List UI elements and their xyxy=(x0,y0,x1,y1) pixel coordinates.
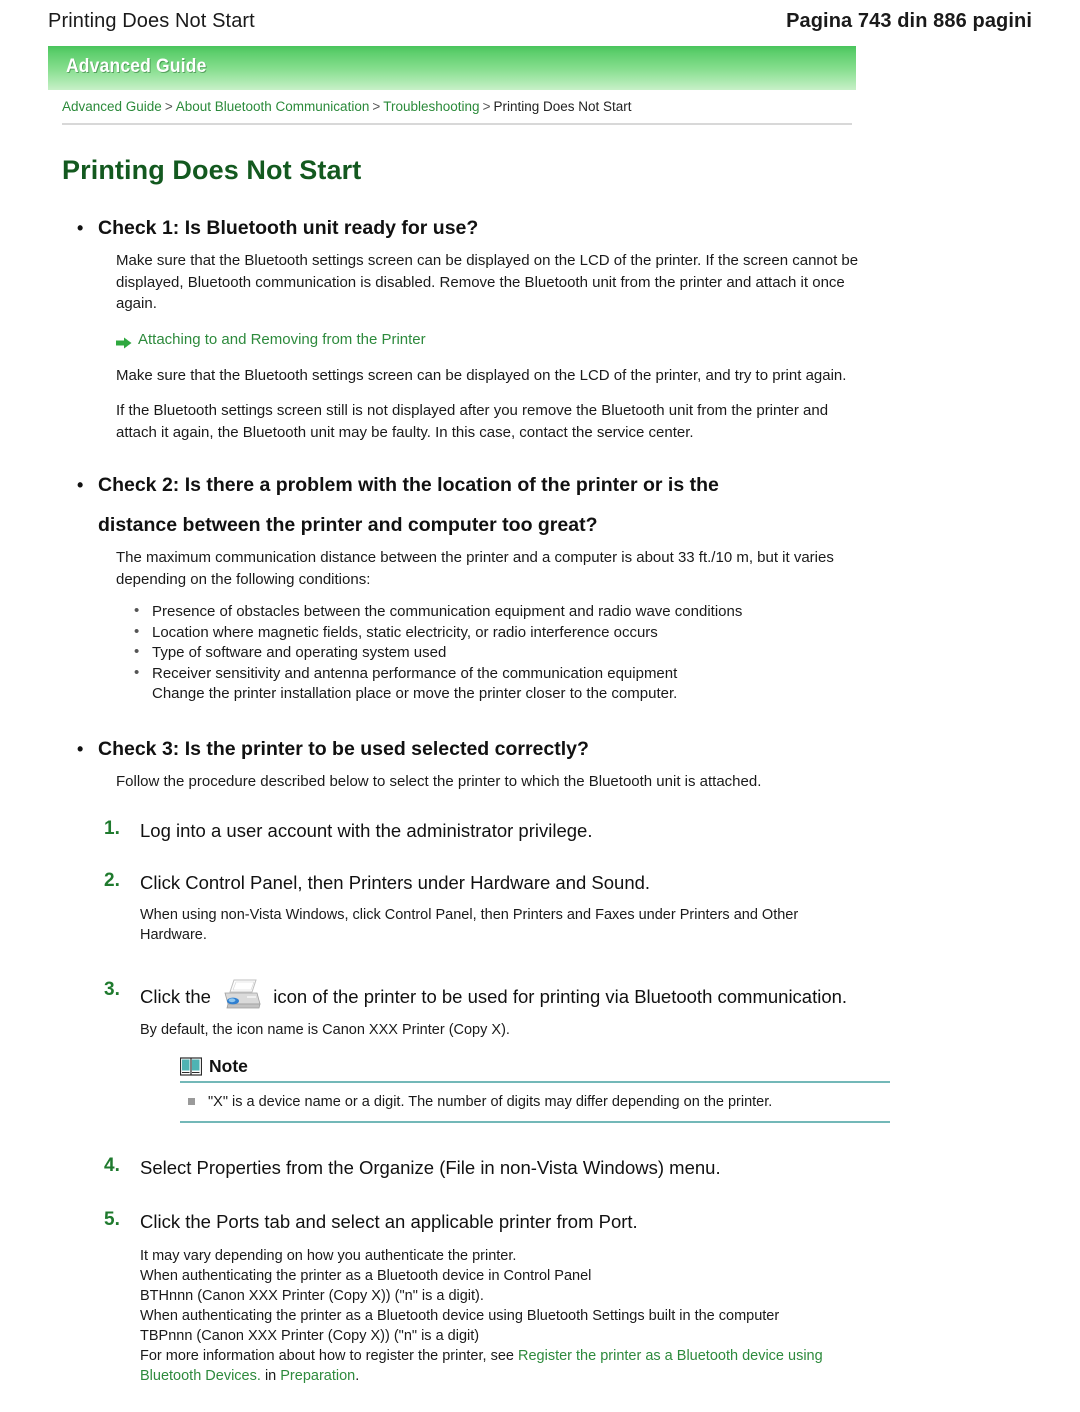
note-header: Note xyxy=(179,1056,890,1081)
procedure-steps: 1. Log into a user account with the admi… xyxy=(62,818,890,1386)
final-line-6: For more information about how to regist… xyxy=(140,1346,862,1386)
note-list: "X" is a device name or a digit. The num… xyxy=(184,1092,890,1112)
step-5: 5. Click the Ports tab and select an app… xyxy=(104,1209,862,1386)
step-5-subtext: It may vary depending on how you authent… xyxy=(104,1246,862,1386)
note-content: "X" is a device name or a digit. The num… xyxy=(180,1083,890,1121)
page-title: Printing Does Not Start xyxy=(62,155,362,185)
attaching-removing-link-label: Attaching to and Removing from the Print… xyxy=(138,330,426,348)
check-2-paragraph-1: The maximum communication distance betwe… xyxy=(116,549,834,588)
list-item: Presence of obstacles between the commun… xyxy=(134,601,862,623)
step-5-number: 5. xyxy=(104,1209,120,1230)
advanced-guide-banner: Advanced Guide xyxy=(48,46,856,90)
guide-container: Advanced Guide Advanced Guide > About Blue… xyxy=(48,46,1032,1412)
note-label: Note xyxy=(209,1056,248,1076)
check-1-body: Make sure that the Bluetooth settings sc… xyxy=(62,250,862,443)
check-2-heading: Check 2: Is there a problem with the loc… xyxy=(62,465,862,545)
step-3-subtext-line: By default, the icon name is Canon XXX P… xyxy=(140,1022,510,1038)
breadcrumb-item-advanced-guide[interactable]: Advanced Guide xyxy=(62,99,162,114)
attaching-removing-link[interactable]: Attaching to and Removing from the Print… xyxy=(116,329,862,351)
check-2-section: Check 2: Is there a problem with the loc… xyxy=(62,465,862,705)
breadcrumb-item-troubleshooting[interactable]: Troubleshooting xyxy=(383,99,479,114)
final-line-6-pre: For more information about how to regist… xyxy=(140,1348,514,1364)
step-1-number: 1. xyxy=(104,818,120,839)
final-line-6-mid: in xyxy=(264,1368,277,1384)
step-3-subtext: By default, the icon name is Canon XXX P… xyxy=(104,1020,862,1040)
step-3-title: Click the icon of the printer to be used… xyxy=(104,979,862,1011)
step-2-subtext-line: When using non-Vista Windows, click Cont… xyxy=(140,907,799,943)
check-2-heading-line-1: Check 2: Is there a problem with the loc… xyxy=(98,474,719,496)
page-counter: Pagina 743 din 886 pagini xyxy=(786,9,1032,32)
step-4-number: 4. xyxy=(104,1155,120,1176)
note-rule-bottom xyxy=(180,1121,890,1123)
final-line-2: When authenticating the printer as a Blu… xyxy=(140,1268,592,1284)
note-box: Note "X" is a device name or a digit. Th… xyxy=(179,1056,890,1123)
check-3-heading: Check 3: Is the printer to be used selec… xyxy=(62,729,862,769)
check-2-conditions-list: Presence of obstacles between the commun… xyxy=(116,601,862,705)
check-3-section: Check 3: Is the printer to be used selec… xyxy=(62,729,890,1387)
breadcrumb-separator: > xyxy=(482,99,491,114)
check-2-heading-line-2: distance between the printer and compute… xyxy=(98,514,598,536)
book-icon xyxy=(179,1056,203,1077)
step-2-number: 2. xyxy=(104,870,120,891)
step-2-subtext: When using non-Vista Windows, click Cont… xyxy=(104,905,862,945)
list-item: "X" is a device name or a digit. The num… xyxy=(184,1092,890,1112)
check-3-paragraph-1: Follow the procedure described below to … xyxy=(116,772,762,790)
banner-title: Advanced Guide xyxy=(66,56,207,77)
step-3-title-post: icon of the printer to be used for print… xyxy=(273,986,848,1007)
breadcrumb-item-current: Printing Does Not Start xyxy=(493,99,632,114)
check-1-paragraph-3: If the Bluetooth settings screen still i… xyxy=(116,402,829,441)
step-3-number: 3. xyxy=(104,979,120,1000)
check-2-body: The maximum communication distance betwe… xyxy=(62,547,862,705)
final-line-5: TBPnnn (Canon XXX Printer (Copy X)) ("n"… xyxy=(140,1328,480,1344)
step-4: 4. Select Properties from the Organize (… xyxy=(104,1155,862,1181)
step-2: 2. Click Control Panel, then Printers un… xyxy=(104,870,862,945)
printed-page-header: Printing Does Not Start Pagina 743 din 8… xyxy=(0,0,1080,42)
conditions-closing-note: Change the printer installation place or… xyxy=(152,685,678,702)
step-1-title: Log into a user account with the adminis… xyxy=(140,820,593,841)
list-item: Receiver sensitivity and antenna perform… xyxy=(134,663,862,705)
step-3-title-pre: Click the xyxy=(140,986,211,1007)
breadcrumb-separator: > xyxy=(372,99,381,114)
check-1-section: Check 1: Is Bluetooth unit ready for use… xyxy=(62,208,862,443)
main-content: Printing Does Not Start Check 1: Is Blue… xyxy=(62,125,890,1387)
document-title: Printing Does Not Start xyxy=(48,9,255,32)
step-5-title: Click the Ports tab and select an applic… xyxy=(140,1211,638,1232)
preparation-link[interactable]: Preparation xyxy=(280,1368,355,1384)
list-item: Location where magnetic fields, static e… xyxy=(134,622,862,644)
step-4-title: Select Properties from the Organize (Fil… xyxy=(140,1157,721,1178)
check-1-heading: Check 1: Is Bluetooth unit ready for use… xyxy=(62,208,862,248)
check-3-body: Follow the procedure described below to … xyxy=(62,771,862,793)
printer-icon xyxy=(221,979,263,1011)
list-item-label: Receiver sensitivity and antenna perform… xyxy=(152,664,678,682)
check-1-paragraph-1: Make sure that the Bluetooth settings sc… xyxy=(116,252,859,312)
final-line-6-end: . xyxy=(355,1368,360,1384)
step-2-title: Click Control Panel, then Printers under… xyxy=(140,872,651,893)
final-line-1: It may vary depending on how you authent… xyxy=(140,1248,517,1264)
list-item: Type of software and operating system us… xyxy=(134,642,862,664)
step-3: 3. Click the icon of the printer to be u… xyxy=(104,979,890,1123)
final-line-3: BTHnnn (Canon XXX Printer (Copy X)) ("n"… xyxy=(140,1288,484,1304)
arrow-right-icon xyxy=(116,334,132,348)
breadcrumb-item-about-bluetooth-communication[interactable]: About Bluetooth Communication xyxy=(176,99,370,114)
breadcrumb: Advanced Guide > About Bluetooth Communica… xyxy=(62,90,852,125)
check-1-paragraph-2: Make sure that the Bluetooth settings sc… xyxy=(116,366,847,384)
step-1: 1. Log into a user account with the admi… xyxy=(104,818,862,844)
breadcrumb-separator: > xyxy=(164,99,173,114)
final-line-4: When authenticating the printer as a Blu… xyxy=(140,1308,780,1324)
